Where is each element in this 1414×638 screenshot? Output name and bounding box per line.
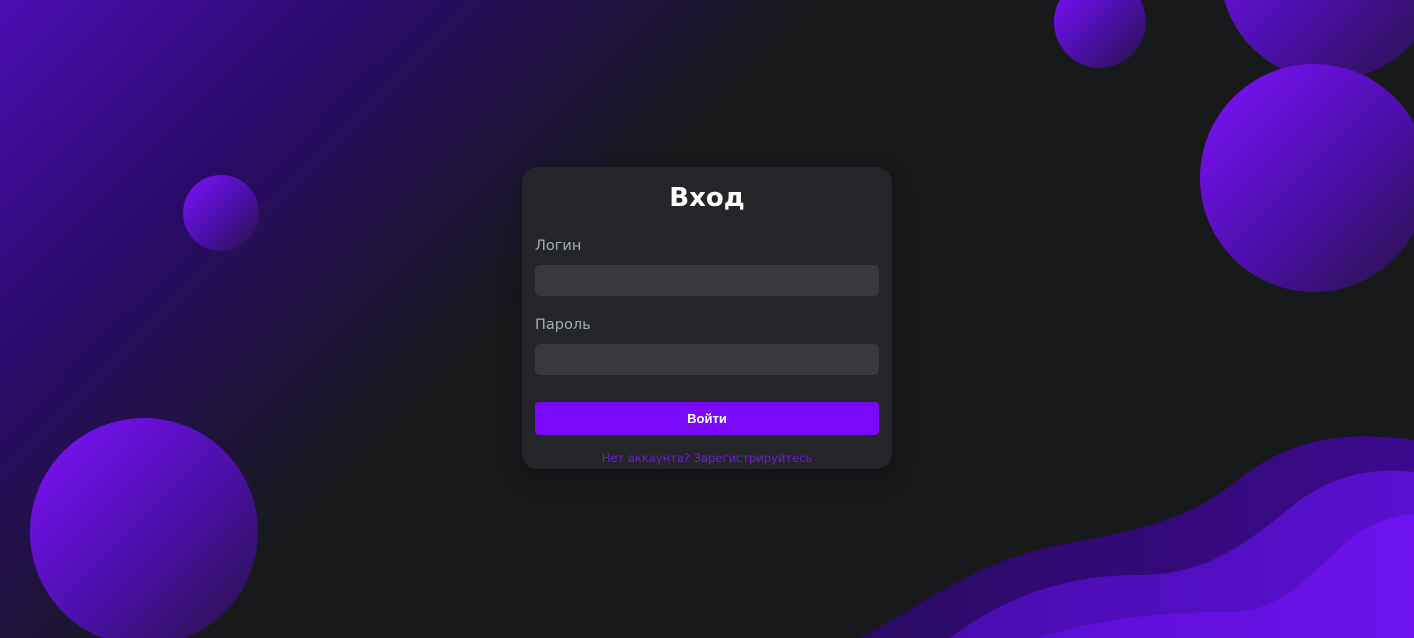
register-link[interactable]: Нет аккаунта? Зарегистрируйтесь bbox=[535, 451, 879, 465]
login-title: Вход bbox=[669, 183, 745, 213]
login-page: Вход Логин Пароль Войти Нет аккаунта? За… bbox=[0, 0, 1414, 638]
login-card: Вход Логин Пароль Войти Нет аккаунта? За… bbox=[522, 167, 892, 469]
login-input[interactable] bbox=[535, 265, 879, 296]
password-input[interactable] bbox=[535, 344, 879, 375]
password-label: Пароль bbox=[535, 317, 591, 333]
sphere-right bbox=[1200, 64, 1414, 292]
sphere-left-small bbox=[183, 175, 259, 251]
sphere-bottom-left bbox=[30, 418, 258, 638]
login-label: Логин bbox=[535, 238, 582, 254]
login-button[interactable]: Войти bbox=[535, 402, 879, 435]
sphere-top-small bbox=[1054, 0, 1146, 68]
